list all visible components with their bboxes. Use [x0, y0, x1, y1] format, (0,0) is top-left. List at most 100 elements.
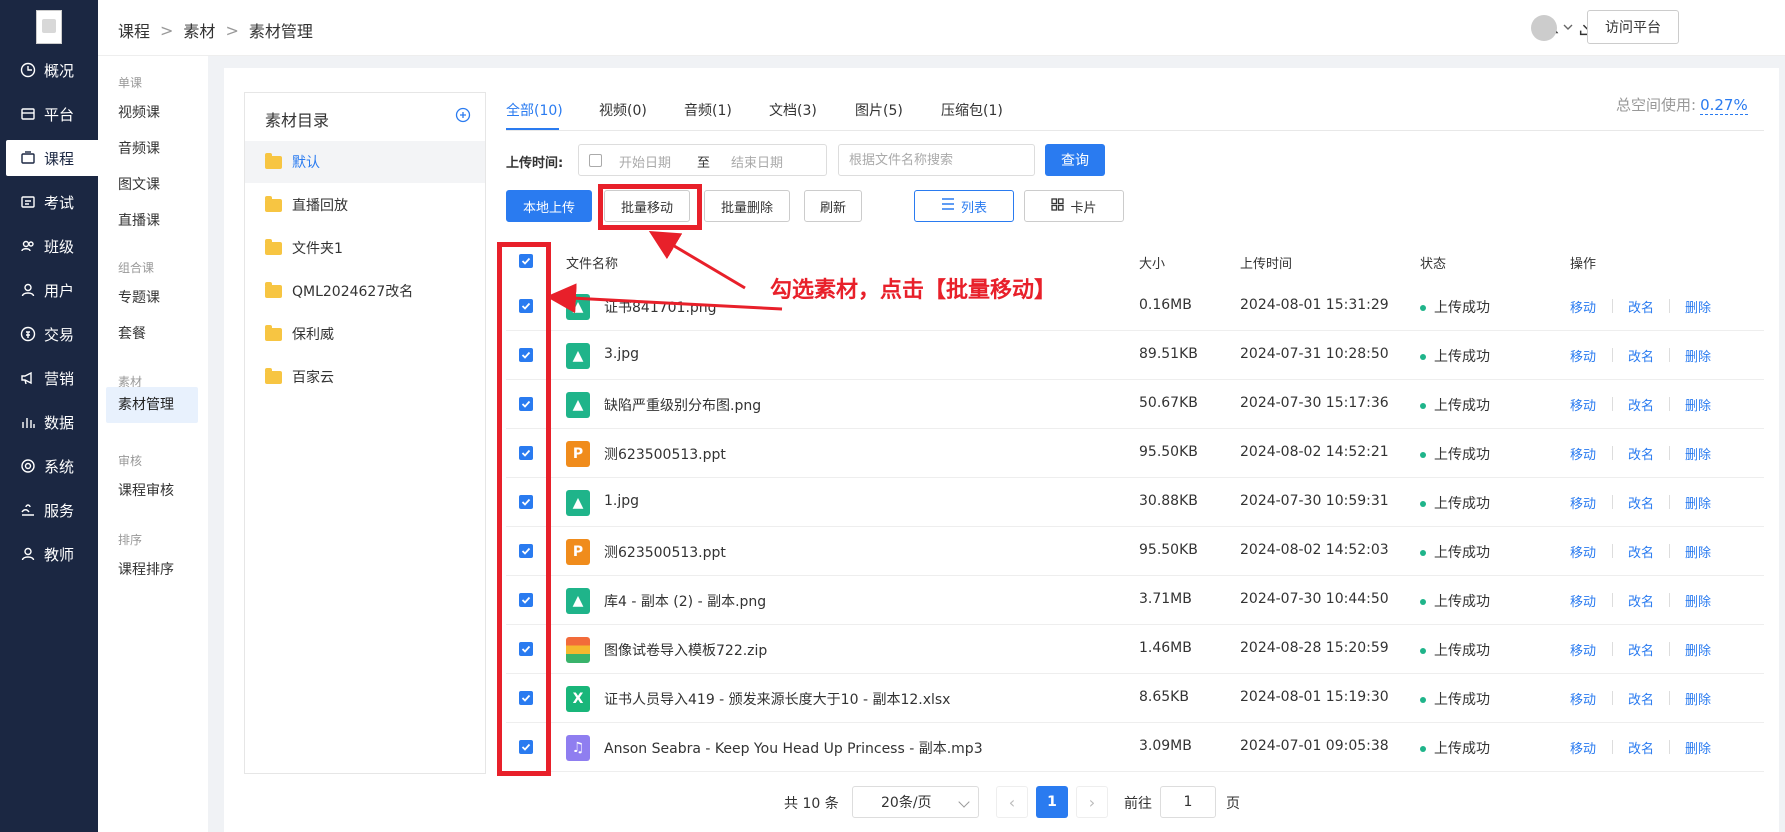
- nav-item[interactable]: 教师: [0, 536, 98, 572]
- nav-item[interactable]: 营销: [0, 360, 98, 396]
- delete-link[interactable]: 删除: [1685, 542, 1711, 561]
- submenu-group-title: 审核: [118, 454, 143, 468]
- rename-link[interactable]: 改名: [1628, 297, 1654, 316]
- date-range-picker[interactable]: 开始日期 至 结束日期: [578, 144, 827, 176]
- action-divider: [1612, 397, 1613, 411]
- move-link[interactable]: 移动: [1570, 444, 1596, 463]
- rename-link[interactable]: 改名: [1628, 689, 1654, 708]
- filter-tab[interactable]: 音频(1): [684, 100, 732, 120]
- folder-item[interactable]: 默认: [245, 141, 485, 183]
- nav-item[interactable]: 数据: [0, 404, 98, 440]
- rename-link[interactable]: 改名: [1628, 493, 1654, 512]
- folder-item[interactable]: 文件夹1: [245, 227, 485, 269]
- start-date-placeholder[interactable]: 开始日期: [619, 152, 671, 171]
- delete-link[interactable]: 删除: [1685, 395, 1711, 414]
- submenu-item[interactable]: 课程排序: [118, 559, 174, 579]
- table-row[interactable]: X 证书人员导入419 - 颁发来源长度大于10 - 副本12.xlsx 8.65K…: [506, 674, 1764, 723]
- file-name-search-input[interactable]: [838, 144, 1035, 176]
- table-row[interactable]: ▲ 库4 - 副本 (2) - 副本.png 3.71MB 2024-07-30 10…: [506, 576, 1764, 625]
- nav-item[interactable]: 系统: [0, 448, 98, 484]
- filter-tab[interactable]: 文档(3): [769, 100, 817, 120]
- current-page[interactable]: 1: [1036, 786, 1068, 818]
- filter-tab[interactable]: 视频(0): [599, 100, 647, 120]
- nav-item[interactable]: 考试: [0, 184, 98, 220]
- avatar[interactable]: [1531, 15, 1557, 41]
- breadcrumb-item[interactable]: 素材: [183, 18, 215, 42]
- nav-item[interactable]: 课程: [6, 140, 98, 176]
- delete-link[interactable]: 删除: [1685, 738, 1711, 757]
- nav-item[interactable]: 概况: [0, 52, 98, 88]
- folder-item[interactable]: QML2024627改名: [245, 270, 485, 312]
- space-usage-value[interactable]: 0.27%: [1700, 96, 1748, 115]
- submenu-item[interactable]: 套餐: [118, 323, 146, 343]
- submenu-item[interactable]: 视频课: [118, 102, 160, 122]
- submenu-item[interactable]: 专题课: [118, 287, 160, 307]
- next-page-button[interactable]: ›: [1076, 786, 1108, 818]
- add-folder-icon[interactable]: [455, 107, 471, 123]
- prev-page-button[interactable]: ‹: [996, 786, 1028, 818]
- table-row[interactable]: ♫ Anson Seabra - Keep You Head Up Princes…: [506, 723, 1764, 772]
- table-row[interactable]: ▲ 缺陷严重级别分布图.png 50.67KB 2024-07-30 15:17:36…: [506, 380, 1764, 429]
- local-upload-button[interactable]: 本地上传: [506, 190, 592, 222]
- delete-link[interactable]: 删除: [1685, 640, 1711, 659]
- refresh-button[interactable]: 刷新: [804, 190, 862, 222]
- table-row[interactable]: ▲ 3.jpg 89.51KB 2024-07-31 10:28:50 上传成功 移动 改名…: [506, 331, 1764, 380]
- rename-link[interactable]: 改名: [1628, 395, 1654, 414]
- table-row[interactable]: P 测623500513.ppt 95.50KB 2024-08-02 14:52:0…: [506, 527, 1764, 576]
- delete-link[interactable]: 删除: [1685, 689, 1711, 708]
- list-view-button[interactable]: 列表: [914, 190, 1014, 222]
- move-link[interactable]: 移动: [1570, 542, 1596, 561]
- goto-page-input[interactable]: [1160, 786, 1216, 818]
- delete-link[interactable]: 删除: [1685, 591, 1711, 610]
- visit-platform-button[interactable]: 访问平台: [1587, 10, 1679, 44]
- calendar-icon: [589, 154, 602, 167]
- rename-link[interactable]: 改名: [1628, 640, 1654, 659]
- delete-link[interactable]: 删除: [1685, 444, 1711, 463]
- rename-link[interactable]: 改名: [1628, 591, 1654, 610]
- folder-item[interactable]: 百家云: [245, 356, 485, 398]
- delete-link[interactable]: 删除: [1685, 346, 1711, 365]
- card-view-button[interactable]: 卡片: [1024, 190, 1124, 222]
- submenu-item[interactable]: 课程审核: [118, 480, 174, 500]
- filter-tab[interactable]: 全部(10): [506, 100, 563, 120]
- nav-item[interactable]: 平台: [0, 96, 98, 132]
- rename-link[interactable]: 改名: [1628, 444, 1654, 463]
- submenu-item[interactable]: 图文课: [118, 174, 160, 194]
- move-link[interactable]: 移动: [1570, 395, 1596, 414]
- move-link[interactable]: 移动: [1570, 591, 1596, 610]
- move-link[interactable]: 移动: [1570, 297, 1596, 316]
- move-link[interactable]: 移动: [1570, 738, 1596, 757]
- page-size-select[interactable]: 20条/页: [852, 786, 979, 818]
- rename-link[interactable]: 改名: [1628, 346, 1654, 365]
- move-link[interactable]: 移动: [1570, 689, 1596, 708]
- delete-link[interactable]: 删除: [1685, 493, 1711, 512]
- submenu-item[interactable]: 音频课: [118, 138, 160, 158]
- rename-link[interactable]: 改名: [1628, 542, 1654, 561]
- delete-link[interactable]: 删除: [1685, 297, 1711, 316]
- batch-delete-button[interactable]: 批量删除: [704, 190, 790, 222]
- folder-item[interactable]: 直播回放: [245, 184, 485, 226]
- filter-tab[interactable]: 图片(5): [855, 100, 903, 120]
- filter-tab[interactable]: 压缩包(1): [941, 100, 1003, 120]
- table-row[interactable]: 图像试卷导入模板722.zip 1.46MB 2024-08-28 15:20:59…: [506, 625, 1764, 674]
- rename-link[interactable]: 改名: [1628, 738, 1654, 757]
- table-row[interactable]: P 测623500513.ppt 95.50KB 2024-08-02 14:52:2…: [506, 429, 1764, 478]
- table-row[interactable]: ▲ 证书841701.png 0.16MB 2024-08-01 15:31:29 上传…: [506, 282, 1764, 331]
- nav-item[interactable]: 服务: [0, 492, 98, 528]
- breadcrumb-item[interactable]: 课程: [118, 18, 150, 42]
- folder-item[interactable]: 保利威: [245, 313, 485, 355]
- nav-item-label: 平台: [44, 105, 75, 124]
- end-date-placeholder[interactable]: 结束日期: [731, 152, 783, 171]
- nav-item[interactable]: 班级: [0, 228, 98, 264]
- chevron-down-icon[interactable]: [1562, 21, 1574, 33]
- table-row[interactable]: ▲ 1.jpg 30.88KB 2024-07-30 10:59:31 上传成功 移动 改名…: [506, 478, 1764, 527]
- move-link[interactable]: 移动: [1570, 640, 1596, 659]
- move-link[interactable]: 移动: [1570, 346, 1596, 365]
- submenu-item[interactable]: 素材管理: [106, 387, 198, 423]
- submenu-item[interactable]: 直播课: [118, 210, 160, 230]
- upload-status: 上传成功: [1420, 640, 1490, 660]
- query-button[interactable]: 查询: [1045, 144, 1105, 176]
- nav-item[interactable]: 用户: [0, 272, 98, 308]
- nav-item[interactable]: 交易: [0, 316, 98, 352]
- move-link[interactable]: 移动: [1570, 493, 1596, 512]
